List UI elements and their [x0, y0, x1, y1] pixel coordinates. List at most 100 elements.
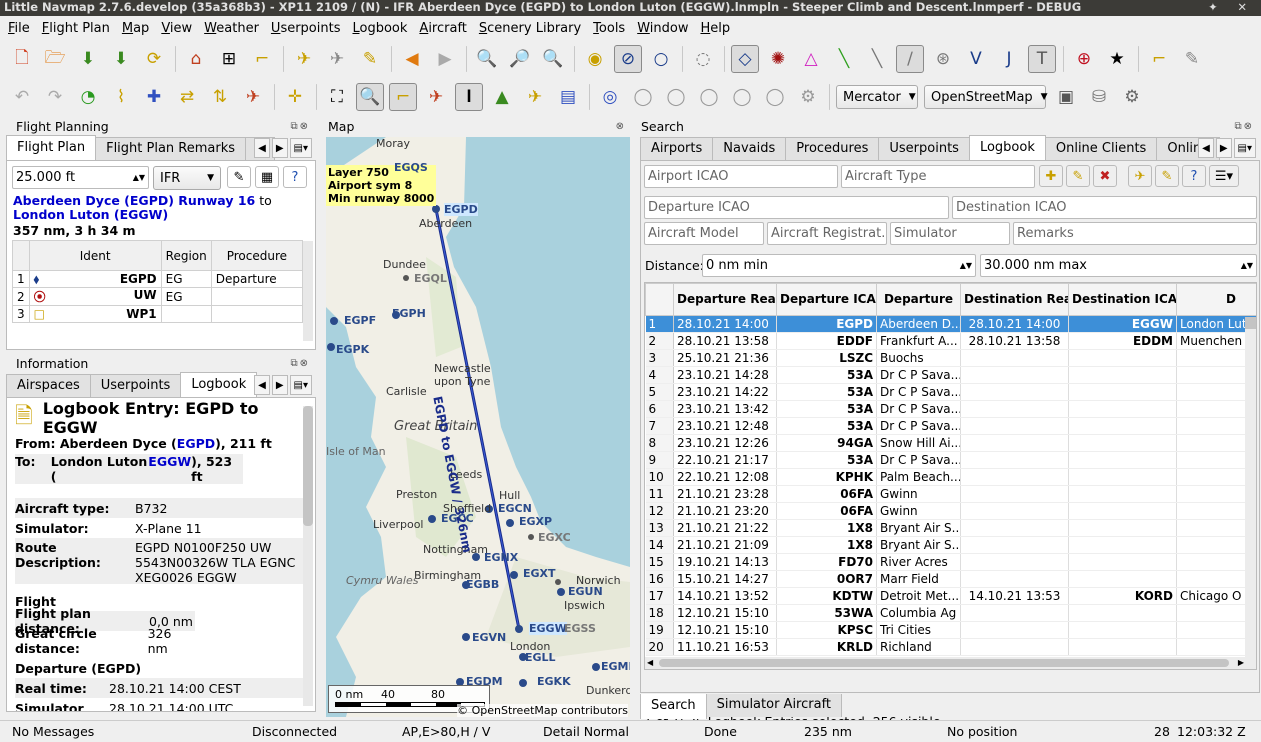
menu-logbook[interactable]: Logbook [352, 21, 407, 36]
marker-icon[interactable]: △ [797, 45, 825, 73]
table-row[interactable]: 9 22.10.21 21:17 53A Dr C P Sava... [645, 451, 1256, 469]
flight-plan-line-icon[interactable]: ⌐ [1145, 45, 1173, 73]
col-departure-icao[interactable]: Departure ICAO [776, 283, 877, 316]
search-map-icon[interactable]: 🔍 [356, 83, 384, 111]
from-airport-link[interactable]: EGPD [177, 436, 215, 451]
spinner-icon[interactable]: ▲▼ [133, 167, 145, 188]
zoom-fit-icon[interactable]: 🔍 [539, 45, 567, 73]
map-airport-label[interactable]: EGSS [564, 622, 596, 635]
tab-right-icon[interactable]: ▶ [271, 375, 288, 395]
scrollbar-thumb[interactable] [1245, 317, 1256, 329]
route-view-icon[interactable]: ✈ [422, 83, 450, 111]
tab-logbook[interactable]: Logbook [180, 372, 258, 397]
dock-buttons[interactable]: ⧉⊗ [1234, 118, 1254, 136]
departure-icon[interactable]: ✈ [239, 83, 267, 111]
edit-logbook-icon[interactable]: ✎ [1066, 165, 1090, 187]
vertical-scrollbar[interactable] [1245, 317, 1256, 657]
aircraft-registration-input[interactable]: Aircraft Registrat... [767, 222, 887, 245]
dock-buttons[interactable]: ⧉⊗ [290, 118, 310, 136]
tab-airports[interactable]: Airports [640, 137, 714, 160]
mark-position-icon[interactable]: ✛ [281, 83, 309, 111]
table-row[interactable]: 3 25.10.21 21:36 LSZC Buochs [645, 349, 1256, 367]
save-as-icon[interactable]: ⬇ [107, 45, 135, 73]
destination-link[interactable]: London Luton (EGGW) [13, 207, 168, 222]
horizontal-scrollbar[interactable]: ◀ ▶ [645, 657, 1256, 669]
map-overlay-icon[interactable]: ▣ [1052, 83, 1080, 111]
spinner-icon[interactable]: ▲▼ [1241, 255, 1253, 276]
departure-icao-input[interactable]: Departure ICAO [644, 196, 949, 219]
table-row[interactable]: 14 21.10.21 21:09 1X8 Bryant Air S... [645, 536, 1256, 554]
map-canvas[interactable]: Layer 750 Airport sym 8 Min runway 8000 … [326, 137, 630, 717]
airport-icao-input[interactable]: Airport ICAO [644, 165, 838, 188]
tab-menu-icon[interactable]: ▤▾ [1233, 138, 1256, 158]
menu-scenery-library[interactable]: Scenery Library [479, 21, 581, 36]
airspace-icon[interactable]: ◎ [596, 83, 624, 111]
menu-tools[interactable]: Tools [593, 21, 625, 36]
distance-min-spinbox[interactable]: 0 nm min ▲▼ [702, 254, 976, 277]
airport-icon[interactable]: ◉ [581, 45, 609, 73]
new-plan-icon[interactable]: 🗋 [8, 45, 36, 73]
dock-buttons[interactable]: ⧉⊗ [290, 355, 310, 373]
table-row[interactable]: 8 23.10.21 12:26 94GA Snow Hill Ai... [645, 434, 1256, 452]
ndb-icon[interactable]: ◌ [689, 45, 717, 73]
map-airport-label[interactable]: EGXT [523, 567, 556, 580]
save-icon[interactable]: ⬇ [74, 45, 102, 73]
tab-menu-icon[interactable]: ▤▾ [289, 138, 312, 158]
map-airport-label[interactable]: EGQS [394, 161, 428, 174]
tab-procedures[interactable]: Procedures [785, 137, 880, 160]
undo-icon[interactable]: ↶ [8, 83, 36, 111]
center-map-icon[interactable]: ⊞ [215, 45, 243, 73]
menu-flight-plan[interactable]: Flight Plan [42, 21, 110, 36]
aircraft-track-icon[interactable]: ✈ [323, 45, 351, 73]
window-controls[interactable]: ✦ ✕ [1208, 0, 1255, 15]
edit-route-icon[interactable]: ⌇ [107, 83, 135, 111]
icao-airspace-icon[interactable]: ◯ [629, 83, 657, 111]
tab-right-icon[interactable]: ▶ [271, 138, 288, 158]
table-row[interactable]: 19 12.10.21 15:10 KPSC Tri Cities [645, 621, 1256, 639]
clear-track-icon[interactable]: ✎ [356, 45, 384, 73]
flight-plan-center-icon[interactable]: ⌐ [248, 45, 276, 73]
tab-userpoints[interactable]: Userpoints [89, 374, 182, 397]
col-departure-real-time[interactable]: Departure Real Time ▲ [673, 283, 777, 316]
waypoint-icon[interactable]: ◇ [731, 45, 759, 73]
tab-flight-plan-remarks[interactable]: Flight Plan Remarks [95, 137, 247, 160]
flight-rules-select[interactable]: IFR ▼ [153, 166, 221, 190]
table-row[interactable]: 6 23.10.21 13:42 53A Dr C P Sava... [645, 400, 1256, 418]
scrollbar[interactable] [303, 406, 313, 706]
tab-online-clients[interactable]: Online Clients [1044, 137, 1158, 160]
menu-icon[interactable]: ☰▾ [1209, 165, 1239, 187]
aircraft-type-input[interactable]: Aircraft Type [841, 165, 1035, 188]
table-row[interactable]: 15 19.10.21 14:13 FD70 River Acres [645, 553, 1256, 571]
tracks-icon[interactable]: ∕ [896, 45, 924, 73]
dock-buttons[interactable]: ⊗ [616, 118, 626, 136]
tab-left-icon[interactable]: ◀ [254, 138, 270, 158]
table-row[interactable]: 17 14.10.21 13:52 KDTW Detroit Met... 14.10.… [645, 587, 1256, 605]
col-destination-icao[interactable]: Destination ICAO [1068, 283, 1177, 316]
aircraft-view-icon[interactable]: ✈ [521, 83, 549, 111]
open-folder-icon[interactable]: 🗁 [41, 45, 69, 73]
restricted-airspace-icon[interactable]: ◯ [695, 83, 723, 111]
table-row[interactable]: 13 21.10.21 21:22 1X8 Bryant Air S... [645, 519, 1256, 537]
menu-map[interactable]: Map [122, 21, 149, 36]
tab-airspaces[interactable]: Airspaces [6, 374, 91, 397]
scroll-right-icon[interactable]: ▶ [1238, 657, 1244, 669]
table-row[interactable]: 16 15.10.21 14:27 0OR7 Marr Field [645, 570, 1256, 588]
map-airport-label[interactable]: EGVN [472, 631, 506, 644]
tab-search[interactable]: Search [640, 694, 707, 719]
tab-userpoints[interactable]: Userpoints [878, 137, 970, 160]
vor-icon[interactable]: ○ [647, 45, 675, 73]
help-icon[interactable]: ? [1182, 165, 1206, 187]
add-waypoint-icon[interactable]: ✚ [140, 83, 168, 111]
delete-logbook-icon[interactable]: ✖ [1093, 165, 1117, 187]
reverse-route-icon[interactable]: ⇄ [173, 83, 201, 111]
menu-aircraft[interactable]: Aircraft [419, 21, 466, 36]
col-destination[interactable]: D [1176, 283, 1256, 316]
table-row[interactable]: 1 28.10.21 14:00 EGPD Aberdeen D... 28.10.21… [645, 315, 1256, 333]
tab-navaids[interactable]: Navaids [712, 137, 787, 160]
full-screen-icon[interactable]: ⛶ [323, 83, 351, 111]
track-t-icon[interactable]: T [1028, 45, 1056, 73]
table-row[interactable]: 2 ⦿ UW EG [12, 287, 304, 306]
table-row[interactable]: 20 11.10.21 16:53 KRLD Richland [645, 638, 1256, 656]
menu-weather[interactable]: Weather [204, 21, 259, 36]
table-row[interactable]: 1 ⬧ EGPD EG Departure [12, 270, 304, 288]
